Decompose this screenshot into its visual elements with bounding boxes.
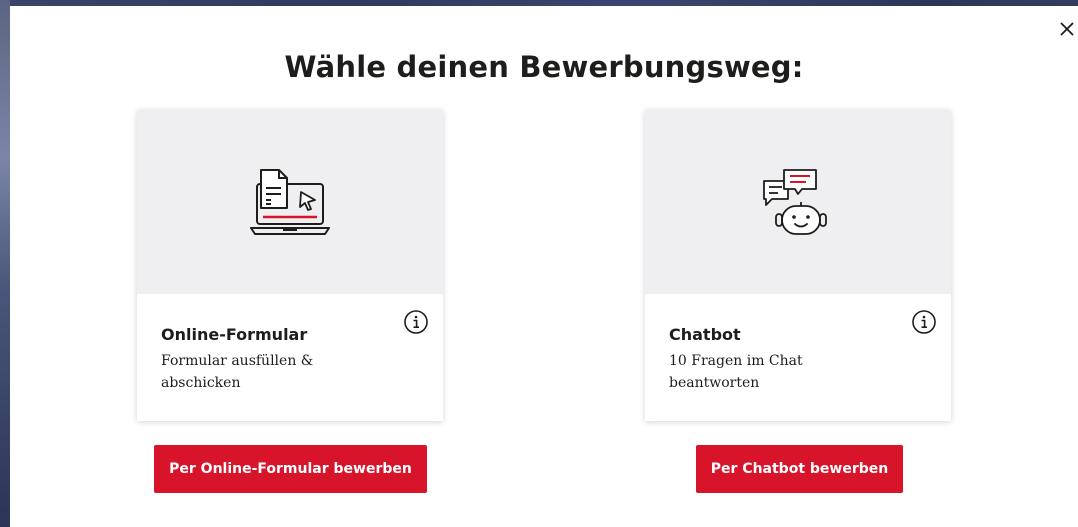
info-button[interactable]	[911, 309, 937, 335]
info-button[interactable]	[403, 309, 429, 335]
chatbot-icon	[763, 169, 827, 235]
option-card-body: Chatbot 10 Fragen im Chat beantworten	[645, 294, 951, 421]
option-card-media	[645, 110, 951, 294]
apply-online-form-button[interactable]: Per Online-Formular bewerben	[154, 445, 427, 493]
close-icon	[1060, 22, 1074, 36]
close-button[interactable]	[1056, 18, 1078, 40]
option-description: 10 Fragen im Chat beantworten	[669, 353, 803, 391]
apply-chatbot-button[interactable]: Per Chatbot bewerben	[696, 445, 903, 493]
option-card-body: Online-Formular Formular ausfüllen & abs…	[137, 294, 443, 421]
application-method-modal: Wähle deinen Bewerbungsweg: Online-Formu…	[10, 6, 1078, 527]
option-card-online-form[interactable]: Online-Formular Formular ausfüllen & abs…	[137, 110, 443, 421]
page-backdrop-edge	[0, 0, 10, 527]
modal-title: Wähle deinen Bewerbungsweg:	[284, 50, 804, 84]
laptop-form-icon	[250, 169, 330, 235]
option-title: Chatbot	[669, 325, 741, 344]
option-card-chatbot[interactable]: Chatbot 10 Fragen im Chat beantworten	[645, 110, 951, 421]
info-icon	[912, 310, 936, 334]
info-icon	[404, 310, 428, 334]
option-title: Online-Formular	[161, 325, 308, 344]
option-card-media	[137, 110, 443, 294]
option-description: Formular ausfüllen & abschicken	[161, 353, 314, 391]
